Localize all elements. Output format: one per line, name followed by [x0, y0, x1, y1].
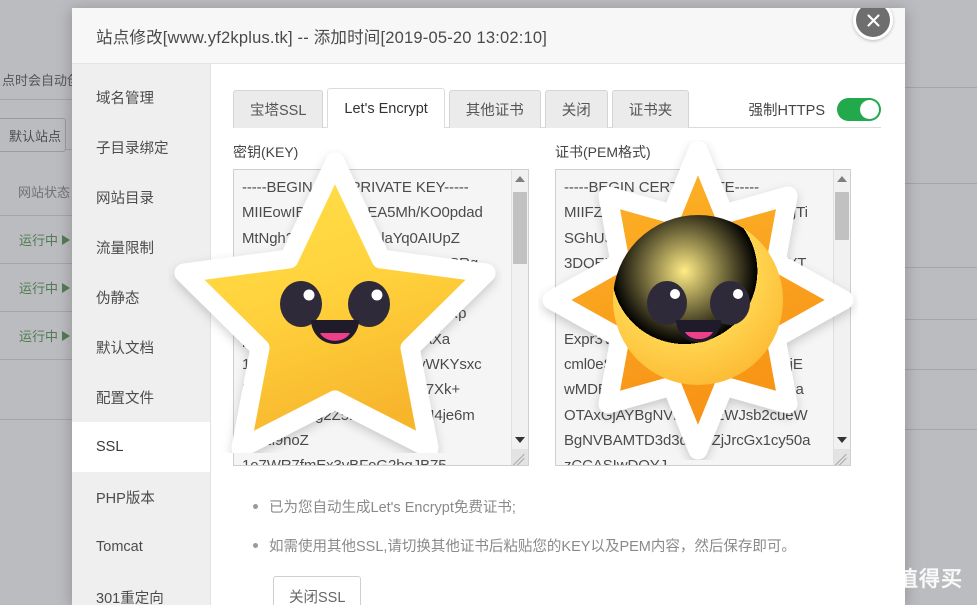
key-field-group: 密钥(KEY) -----BEGIN RSA PRIVATE KEY----- …: [233, 142, 529, 466]
site-status-text: 运行中: [18, 329, 58, 344]
background-row-header: 网站状态: [0, 168, 72, 216]
bullet-icon: [253, 543, 258, 548]
tab-label: 关闭: [561, 103, 591, 119]
scrollbar-thumb[interactable]: [513, 192, 527, 264]
note-item: 如需使用其他SSL,请切换其他证书后粘贴您的KEY以及PEM内容，然后保存即可。: [253, 535, 881, 556]
background-row: 点时会自动创: [0, 60, 72, 100]
site-status-text: 运行中: [18, 281, 58, 296]
sidebar-item-php-version[interactable]: PHP版本: [72, 472, 210, 522]
background-row: 运行中: [0, 264, 72, 312]
scroll-up-arrow-icon[interactable]: [834, 170, 850, 187]
tab-label: 其他证书: [465, 103, 524, 119]
tab-cert-folder[interactable]: 证书夹: [611, 90, 690, 128]
sidebar-item-subdir[interactable]: 子目录绑定: [72, 122, 210, 172]
scrollbar-thumb[interactable]: [835, 192, 849, 240]
site-edit-dialog: 站点修改[www.yf2kplus.tk] -- 添加时间[2019-05-20…: [72, 8, 905, 605]
sidebar-item-label: 伪静态: [96, 290, 140, 307]
sidebar-item-label: 流量限制: [96, 240, 154, 257]
background-row: 运行中: [0, 312, 72, 360]
sidebar-item-config-file[interactable]: 配置文件: [72, 372, 210, 422]
key-field-label: 密钥(KEY): [233, 144, 299, 160]
sidebar-item-label: 网站目录: [96, 190, 154, 207]
sidebar-item-rewrite[interactable]: 伪静态: [72, 272, 210, 322]
default-site-label: 默认站点: [8, 128, 61, 144]
cert-fields: 密钥(KEY) -----BEGIN RSA PRIVATE KEY----- …: [233, 142, 881, 466]
sidebar-item-label: PHP版本: [96, 490, 155, 507]
scroll-down-arrow-icon[interactable]: [834, 431, 850, 448]
tab-lets-encrypt[interactable]: Let's Encrypt: [327, 88, 445, 128]
close-ssl-label: 关闭SSL: [289, 590, 346, 605]
tab-close[interactable]: 关闭: [544, 90, 608, 128]
close-ssl-button[interactable]: 关闭SSL: [273, 576, 362, 605]
cert-textarea[interactable]: -----BEGIN CERTIFICATE----- MIIFZDCCBEyg…: [555, 169, 851, 466]
sidebar-item-label: 子目录绑定: [96, 140, 169, 157]
cert-field-label: 证书(PEM格式): [555, 144, 651, 160]
sidebar-item-webdir[interactable]: 网站目录: [72, 172, 210, 222]
sidebar-item-label: 域名管理: [96, 90, 154, 107]
sidebar-item-traffic-limit[interactable]: 流量限制: [72, 222, 210, 272]
background-row: [0, 360, 72, 420]
note-item: 已为您自动生成Let's Encrypt免费证书;: [253, 496, 881, 517]
tab-bt-ssl[interactable]: 宝塔SSL: [233, 90, 324, 128]
dialog-content: 宝塔SSL Let's Encrypt 其他证书 关闭 证书夹 强制HTTPS …: [211, 64, 905, 605]
dialog-body: 域名管理 子目录绑定 网站目录 流量限制 伪静态 默认文档 配置文件 SSL P…: [72, 64, 905, 605]
play-icon: [62, 234, 70, 245]
sidebar-item-label: Tomcat: [96, 539, 143, 555]
force-https-toggle[interactable]: [837, 98, 881, 121]
background-row-text: 点时会自动创: [2, 73, 72, 88]
force-https-control: 强制HTTPS: [748, 98, 881, 127]
sidebar-item-ssl[interactable]: SSL: [72, 422, 210, 472]
sidebar-item-tomcat[interactable]: Tomcat: [72, 522, 210, 572]
dialog-sidebar: 域名管理 子目录绑定 网站目录 流量限制 伪静态 默认文档 配置文件 SSL P…: [72, 64, 211, 605]
ssl-notes: 已为您自动生成Let's Encrypt免费证书; 如需使用其他SSL,请切换其…: [233, 496, 881, 605]
note-text: 已为您自动生成Let's Encrypt免费证书;: [269, 500, 516, 516]
textarea-resize-grip[interactable]: [512, 449, 528, 465]
sidebar-item-label: 301重定向: [96, 590, 164, 605]
force-https-label: 强制HTTPS: [748, 103, 825, 119]
ssl-tabs: 宝塔SSL Let's Encrypt 其他证书 关闭 证书夹 强制HTTPS: [233, 86, 881, 128]
tab-label: 宝塔SSL: [250, 103, 307, 119]
key-textarea[interactable]: -----BEGIN RSA PRIVATE KEY----- MIIEowIB…: [233, 169, 529, 466]
play-icon: [62, 282, 70, 293]
default-site-button[interactable]: 默认站点: [0, 118, 66, 152]
close-icon: [866, 13, 880, 27]
scroll-up-arrow-icon[interactable]: [512, 170, 528, 187]
scroll-down-arrow-icon[interactable]: [512, 431, 528, 448]
cert-textarea-value: -----BEGIN CERTIFICATE----- MIIFZDCCBEyg…: [564, 179, 811, 466]
sidebar-item-domain[interactable]: 域名管理: [72, 72, 210, 122]
dialog-header: 站点修改[www.yf2kplus.tk] -- 添加时间[2019-05-20…: [72, 8, 905, 64]
textarea-resize-grip[interactable]: [834, 449, 850, 465]
sidebar-item-301-redirect[interactable]: 301重定向: [72, 572, 210, 605]
background-left-column: 点时会自动创 默认站点 网站状态 运行中 运行中 运行中: [0, 0, 72, 605]
toggle-knob: [860, 100, 879, 119]
bullet-icon: [253, 504, 258, 509]
key-textarea-scrollbar[interactable]: [511, 170, 528, 465]
cert-textarea-scrollbar[interactable]: [833, 170, 850, 465]
site-status-text: 运行中: [18, 233, 58, 248]
tab-label: Let's Encrypt: [344, 100, 428, 117]
screen: 点时会自动创 默认站点 网站状态 运行中 运行中 运行中: [0, 0, 977, 605]
tab-other-cert[interactable]: 其他证书: [448, 90, 541, 128]
background-header-text: 网站状态: [17, 185, 70, 200]
sidebar-item-default-doc[interactable]: 默认文档: [72, 322, 210, 372]
key-textarea-value: -----BEGIN RSA PRIVATE KEY----- MIIEowIB…: [242, 179, 483, 466]
cert-field-group: 证书(PEM格式) -----BEGIN CERTIFICATE----- MI…: [555, 142, 851, 466]
background-row: 运行中: [0, 216, 72, 264]
note-text: 如需使用其他SSL,请切换其他证书后粘贴您的KEY以及PEM内容，然后保存即可。: [269, 539, 796, 555]
sidebar-item-label: 默认文档: [96, 340, 154, 357]
sidebar-item-label: 配置文件: [96, 390, 154, 407]
dialog-title: 站点修改[www.yf2kplus.tk] -- 添加时间[2019-05-20…: [96, 28, 548, 47]
tab-label: 证书夹: [628, 103, 673, 119]
sidebar-item-label: SSL: [96, 439, 124, 455]
play-icon: [62, 330, 70, 341]
